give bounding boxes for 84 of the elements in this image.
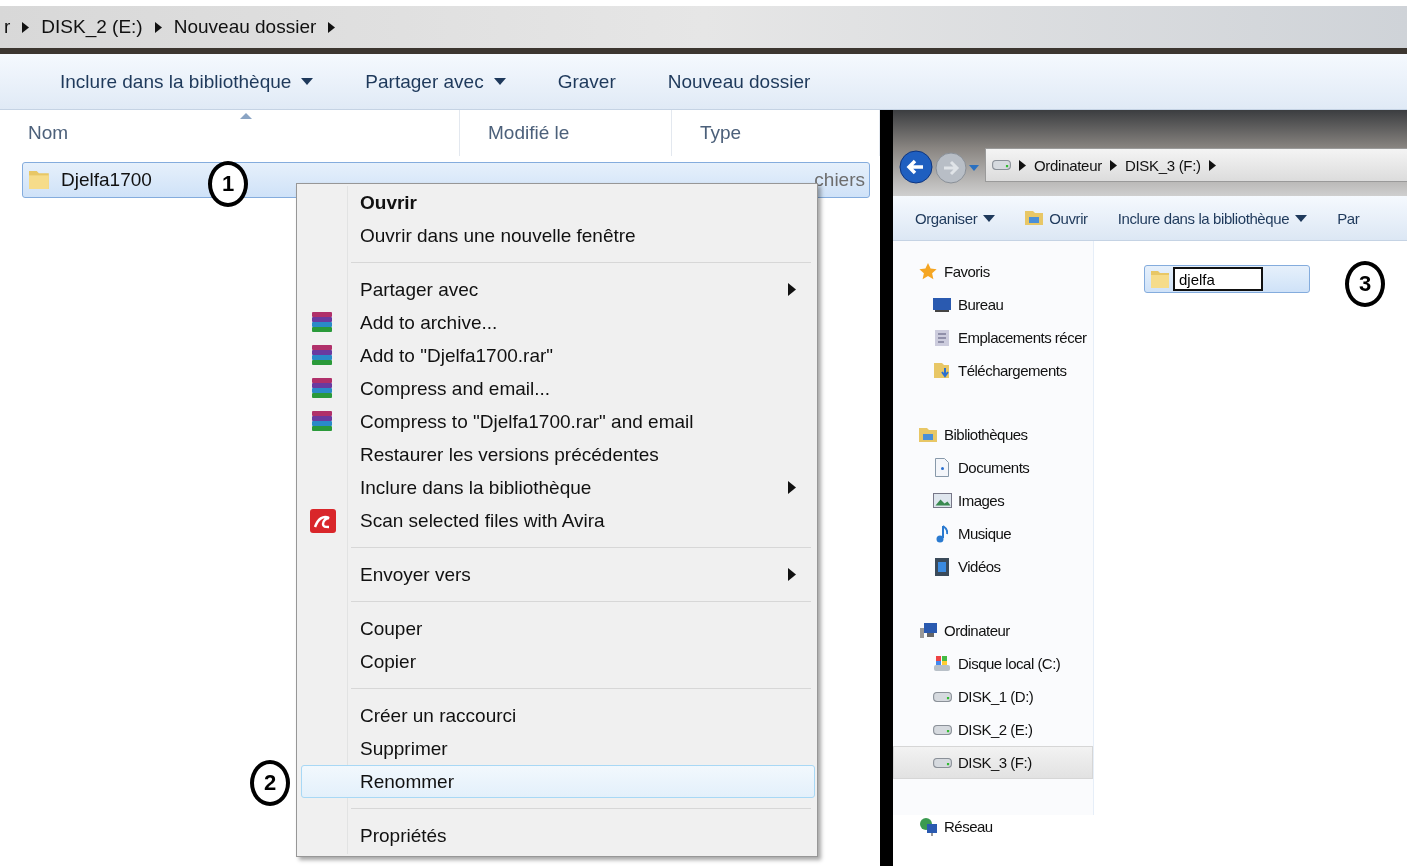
toolbar-button[interactable]: Ouvrir bbox=[1025, 209, 1088, 227]
column-header[interactable]: Modifié le bbox=[460, 110, 672, 156]
nav-item[interactable]: Emplacements récer bbox=[893, 321, 1093, 354]
menu-item[interactable]: Add to archive... bbox=[301, 306, 815, 339]
step-number: 1 bbox=[208, 161, 248, 207]
menu-item[interactable]: Compress to "Djelfa1700.rar" and email bbox=[301, 405, 815, 438]
back-button[interactable] bbox=[899, 150, 933, 184]
book-stack-icon bbox=[310, 344, 334, 366]
menu-item[interactable]: Ouvrir dans une nouvelle fenêtre bbox=[301, 219, 815, 252]
menu-item[interactable]: Inclure dans la bibliothèque bbox=[301, 471, 815, 504]
toolbar-button[interactable]: Par bbox=[1337, 209, 1360, 227]
toolbar-button[interactable]: Nouveau dossier bbox=[667, 70, 811, 93]
menu-item[interactable]: Renommer bbox=[301, 765, 815, 798]
document-icon bbox=[935, 458, 949, 477]
drive-icon bbox=[932, 724, 952, 735]
menu-item[interactable]: Couper bbox=[301, 612, 815, 645]
folder-download-icon bbox=[934, 363, 950, 378]
caret-icon[interactable] bbox=[969, 165, 979, 171]
menu-item[interactable]: Supprimer bbox=[301, 732, 815, 765]
toolbar-button[interactable]: Partager avec bbox=[365, 70, 506, 93]
menu-item[interactable]: Copier bbox=[301, 645, 815, 678]
breadcrumb-arrow-icon bbox=[154, 21, 162, 33]
breadcrumb-item[interactable]: DISK_3 (F:) bbox=[1124, 156, 1201, 174]
nav-item[interactable]: Documents bbox=[893, 451, 1093, 484]
monitor-icon bbox=[933, 297, 951, 312]
nav-item[interactable]: Images bbox=[893, 484, 1093, 517]
menu-item[interactable]: Scan selected files with Avira bbox=[301, 504, 815, 537]
folder-icon bbox=[29, 170, 51, 190]
nav-item[interactable]: DISK_2 (E:) bbox=[893, 713, 1093, 746]
star-icon bbox=[919, 263, 937, 280]
nav-item[interactable]: Bibliothèques bbox=[893, 418, 1093, 451]
breadcrumb-arrow-icon bbox=[1019, 159, 1026, 171]
breadcrumb-item[interactable]: DISK_2 (E:) bbox=[41, 16, 143, 38]
file-name: Djelfa1700 bbox=[61, 169, 152, 191]
menu-item[interactable]: Propriétés bbox=[301, 819, 815, 852]
drive-icon bbox=[932, 757, 952, 768]
windows-drive-icon bbox=[934, 656, 950, 671]
breadcrumb-arrow-icon bbox=[1109, 159, 1117, 171]
breadcrumb-arrow-icon bbox=[328, 21, 336, 33]
menu-item[interactable]: Créer un raccourci bbox=[301, 699, 815, 732]
rename-field[interactable]: djelfa bbox=[1173, 267, 1263, 291]
nav-item[interactable]: Favoris bbox=[893, 255, 1093, 288]
sort-arrow-icon bbox=[240, 113, 252, 119]
computer-icon bbox=[919, 623, 937, 638]
document-list-icon bbox=[935, 329, 949, 346]
file-type: chiers bbox=[814, 169, 866, 191]
breadcrumb-arrow-icon bbox=[22, 21, 30, 33]
book-stack-icon bbox=[310, 410, 334, 432]
menu-item[interactable]: Add to "Djelfa1700.rar" bbox=[301, 339, 815, 372]
library-folder-icon bbox=[1025, 211, 1044, 225]
toolbar-button[interactable]: Inclure dans la bibliothèque bbox=[60, 70, 314, 93]
library-folder-icon bbox=[919, 427, 937, 442]
nav-item[interactable]: Vidéos bbox=[893, 550, 1093, 583]
nav-item[interactable]: DISK_1 (D:) bbox=[893, 680, 1093, 713]
toolbar-button[interactable]: Inclure dans la bibliothèque bbox=[1117, 209, 1308, 227]
nav-item[interactable]: Disque local (C:) bbox=[893, 647, 1093, 680]
breadcrumb-item[interactable]: Nouveau dossier bbox=[173, 16, 317, 38]
folder-item[interactable]: djelfa bbox=[1144, 265, 1310, 293]
menu-item[interactable]: Partager avec bbox=[301, 273, 815, 306]
book-stack-icon bbox=[310, 377, 334, 399]
nav-item[interactable]: Téléchargements bbox=[893, 354, 1093, 387]
globe-network-icon bbox=[919, 817, 937, 836]
drive-icon bbox=[932, 691, 952, 702]
film-icon bbox=[935, 557, 949, 576]
breadcrumb-item[interactable]: Ordinateur bbox=[1034, 156, 1102, 174]
nav-item[interactable]: DISK_3 (F:) bbox=[893, 746, 1093, 779]
nav-item[interactable]: Réseau bbox=[893, 810, 1093, 843]
nav-item[interactable]: Ordinateur bbox=[893, 614, 1093, 647]
menu-item[interactable]: Restaurer les versions précédentes bbox=[301, 438, 815, 471]
nav-item[interactable]: Bureau bbox=[893, 288, 1093, 321]
book-stack-icon bbox=[310, 311, 334, 333]
picture-icon bbox=[932, 493, 952, 508]
step-number: 3 bbox=[1345, 261, 1385, 307]
breadcrumb-arrow-icon bbox=[1208, 159, 1216, 171]
music-note-icon bbox=[936, 524, 948, 543]
nav-item[interactable]: Musique bbox=[893, 517, 1093, 550]
toolbar-button[interactable]: Organiser bbox=[915, 209, 996, 227]
folder-icon bbox=[1151, 270, 1171, 288]
breadcrumb-item[interactable]: r bbox=[4, 16, 11, 38]
toolbar-button[interactable]: Graver bbox=[557, 70, 616, 93]
menu-item[interactable]: Compress and email... bbox=[301, 372, 815, 405]
drive-icon bbox=[992, 160, 1011, 170]
menu-item[interactable]: Envoyer vers bbox=[301, 558, 815, 591]
step-number: 2 bbox=[250, 760, 290, 806]
